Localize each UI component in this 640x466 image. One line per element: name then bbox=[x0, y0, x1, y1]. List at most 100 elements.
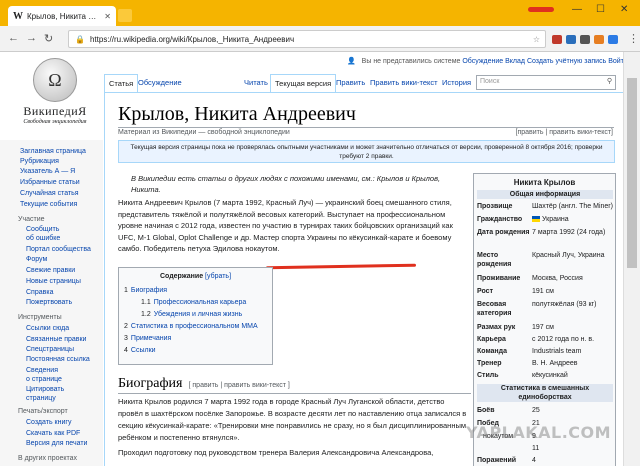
sidebar-item-page-info-2[interactable]: о странице bbox=[26, 376, 62, 383]
personal-tools: 👤 Вы не представились системе Обсуждение… bbox=[343, 57, 628, 65]
close-window-icon[interactable]: ✕ bbox=[620, 4, 628, 15]
browser-tab[interactable]: W Крылов, Никита Андреевич ✕ bbox=[8, 6, 116, 26]
scrollbar-thumb[interactable] bbox=[627, 78, 637, 268]
sidebar-item-report-error[interactable]: Сообщить bbox=[26, 226, 59, 233]
notice-line-1: Текущая версия страницы пока не проверял… bbox=[130, 144, 603, 151]
page-tabs: Статья Обсуждение Читать Текущая версия … bbox=[0, 74, 640, 92]
personal-talk-link[interactable]: Обсуждение bbox=[462, 58, 503, 65]
browser-titlebar: W Крылов, Никита Андреевич ✕ — ☐ ✕ bbox=[0, 0, 640, 26]
search-placeholder: Поиск bbox=[480, 78, 500, 85]
hatnote: В Википедии есть статьи о других людях с… bbox=[131, 174, 441, 194]
sidebar-heading-tools: Инструменты bbox=[18, 314, 62, 321]
menu-icon[interactable]: ⋮ bbox=[628, 32, 639, 45]
wikipedia-favicon-icon: W bbox=[13, 10, 23, 22]
sidebar-item-cite-2[interactable]: страницу bbox=[26, 395, 56, 402]
sidebar-item-new-pages[interactable]: Новые страницы bbox=[26, 278, 81, 285]
maximize-icon[interactable]: ☐ bbox=[596, 4, 605, 15]
toc-item[interactable]: 2 Статистика в профессиональном ММА bbox=[124, 323, 258, 330]
sidebar-item-categories[interactable]: Рубрикация bbox=[20, 158, 59, 165]
tab-edit-source[interactable]: Править вики-текст bbox=[366, 74, 442, 92]
sidebar-item-recent-changes[interactable]: Свежие правки bbox=[26, 267, 75, 274]
table-of-contents: Содержание [убрать] 1 Биография 1.1 Профес… bbox=[118, 267, 273, 365]
lead-paragraph: Никита Андреевич Крылов (7 марта 1992, К… bbox=[118, 198, 453, 253]
toc-hide-link[interactable]: [убрать] bbox=[205, 273, 231, 280]
search-icon[interactable]: ⚲ bbox=[607, 77, 612, 85]
extension-icon[interactable] bbox=[566, 35, 576, 44]
red-underline-annotation bbox=[265, 263, 417, 270]
section-edit-links[interactable]: [ править | править вики-текст ] bbox=[189, 382, 290, 389]
search-input[interactable]: Поиск ⚲ bbox=[476, 75, 616, 90]
extension-icon[interactable] bbox=[580, 35, 590, 44]
extension-icon[interactable] bbox=[608, 35, 618, 44]
toc-item[interactable]: 3 Примечания bbox=[124, 335, 171, 342]
sidebar-item-special-pages[interactable]: Спецстраницы bbox=[26, 346, 74, 353]
sidebar-item-current-events[interactable]: Текущие события bbox=[20, 201, 77, 208]
infobox-title: Никита Крылов bbox=[513, 178, 576, 187]
sidebar-item-page-info[interactable]: Сведения bbox=[26, 367, 58, 374]
notice-line-2: требуют 2 правки. bbox=[339, 153, 394, 160]
sidebar-item-featured[interactable]: Избранные статьи bbox=[20, 179, 80, 186]
sidebar-item-main-page[interactable]: Заглавная страница bbox=[20, 148, 86, 155]
toc-item[interactable]: 1 Биография bbox=[124, 287, 167, 294]
back-icon[interactable]: ← bbox=[8, 32, 19, 44]
lock-icon: 🔒 bbox=[75, 34, 85, 44]
page-edit-links[interactable]: [править | править вики-текст] bbox=[516, 129, 613, 136]
bio-paragraph-2: Проходил подготовку под руководством тре… bbox=[118, 448, 434, 457]
logo-name: ВикипедиЯ bbox=[23, 104, 87, 118]
section-heading-biography: Биография[ править | править вики-текст … bbox=[118, 376, 290, 391]
sidebar-item-index[interactable]: Указатель А — Я bbox=[20, 168, 75, 175]
toc-item[interactable]: 1.1 Профессиональная карьера bbox=[141, 299, 246, 306]
sidebar-item-forum[interactable]: Форум bbox=[26, 256, 47, 263]
tab-history[interactable]: История bbox=[438, 74, 475, 92]
reload-icon[interactable]: ↻ bbox=[44, 32, 53, 45]
extension-icon[interactable] bbox=[594, 35, 604, 44]
sidebar-item-related-changes[interactable]: Связанные правки bbox=[26, 336, 86, 343]
sidebar-item-printable[interactable]: Версия для печати bbox=[26, 440, 87, 447]
sidebar-item-report-error-2[interactable]: об ошибке bbox=[26, 235, 60, 242]
tab-current-version[interactable]: Текущая версия bbox=[270, 74, 337, 92]
sidebar-item-what-links-here[interactable]: Ссылки сюда bbox=[26, 325, 69, 332]
sidebar: Заглавная страница Рубрикация Указатель … bbox=[0, 140, 103, 466]
extension-icon[interactable] bbox=[552, 35, 562, 44]
revision-notice: Текущая версия страницы пока не проверял… bbox=[118, 140, 615, 163]
toc-item[interactable]: 4 Ссылки bbox=[124, 347, 156, 354]
wikipedia-logo[interactable]: Ω ВикипедиЯ Свободная энциклопедия bbox=[16, 58, 94, 138]
forward-icon[interactable]: → bbox=[26, 32, 37, 44]
new-tab-button[interactable] bbox=[118, 9, 132, 22]
sidebar-item-donate[interactable]: Пожертвовать bbox=[26, 299, 72, 306]
minimize-icon[interactable]: — bbox=[572, 4, 582, 15]
sidebar-item-download-pdf[interactable]: Скачать как PDF bbox=[26, 430, 80, 437]
sidebar-item-help[interactable]: Справка bbox=[26, 289, 53, 296]
tab-read[interactable]: Читать bbox=[240, 74, 272, 92]
sidebar-item-community-portal[interactable]: Портал сообщества bbox=[26, 246, 91, 253]
tab-edit[interactable]: Править bbox=[332, 74, 369, 92]
tab-title: Крылов, Никита Андреевич bbox=[27, 11, 101, 21]
create-account-link[interactable]: Создать учётную запись bbox=[527, 58, 606, 65]
personal-contrib-link[interactable]: Вклад bbox=[505, 58, 525, 65]
sidebar-item-cite[interactable]: Цитировать bbox=[26, 386, 64, 393]
tab-talk[interactable]: Обсуждение bbox=[134, 74, 186, 92]
not-logged-in-text: Вы не представились системе bbox=[361, 58, 461, 65]
sidebar-heading-participation: Участие bbox=[18, 216, 45, 223]
title-divider bbox=[118, 127, 614, 128]
sidebar-item-permanent-link[interactable]: Постоянная ссылка bbox=[26, 356, 90, 363]
close-tab-icon[interactable]: ✕ bbox=[104, 12, 111, 21]
toc-item[interactable]: 1.2 Убеждения и личная жизнь bbox=[141, 311, 242, 318]
sidebar-item-create-book[interactable]: Создать книгу bbox=[26, 419, 71, 426]
biography-text: Никита Крылов родился 7 марта 1992 года … bbox=[118, 396, 471, 459]
browser-toolbar: ← → ↻ 🔒 https://ru.wikipedia.org/wiki/Кр… bbox=[0, 26, 640, 52]
bookmark-star-icon[interactable]: ☆ bbox=[533, 35, 540, 44]
sidebar-heading-other-projects: В других проектах bbox=[18, 455, 78, 462]
article-content: Крылов, Никита Андреевич Материал из Вик… bbox=[104, 92, 623, 466]
toc-title: Содержание [убрать] bbox=[119, 273, 272, 280]
bio-paragraph-1: Никита Крылов родился 7 марта 1992 года … bbox=[118, 397, 467, 442]
ukraine-flag-icon bbox=[532, 216, 540, 223]
user-icon: 👤 bbox=[347, 58, 356, 65]
sidebar-item-random[interactable]: Случайная статья bbox=[20, 190, 79, 197]
redacted-mark bbox=[528, 7, 554, 12]
infobox-section-stats: Статистика в смешанных единоборствах bbox=[477, 384, 613, 402]
toc-heading: Содержание bbox=[159, 273, 204, 280]
section-divider bbox=[118, 393, 471, 394]
address-bar[interactable]: 🔒 https://ru.wikipedia.org/wiki/Крылов,_… bbox=[68, 30, 546, 48]
vertical-scrollbar[interactable] bbox=[623, 52, 640, 466]
